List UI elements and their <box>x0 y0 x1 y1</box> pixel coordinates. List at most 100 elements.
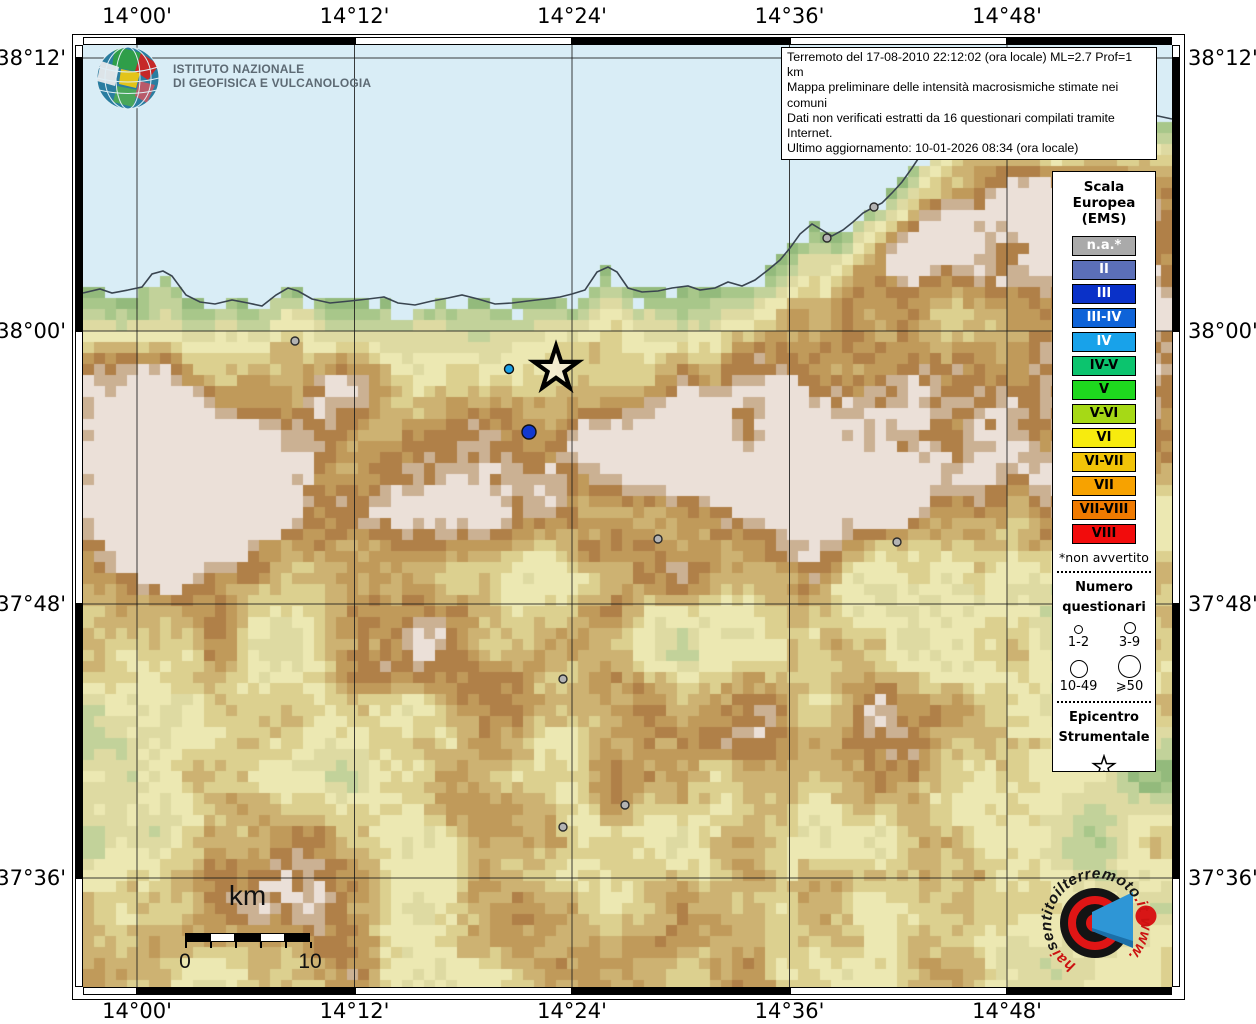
axis-label-latitude: 37°36' <box>1188 866 1256 890</box>
event-info-line: Terremoto del 17-08-2010 22:12:02 (ora l… <box>787 50 1133 80</box>
axis-right: 38°12' 38°00' 37°48' 37°36' <box>1188 0 1256 1024</box>
scalebar-segment <box>260 933 285 942</box>
ems-scale-item: IV <box>1072 332 1136 352</box>
legend-scale-list: n.a.* II III III-IV IV IV-V V V-VI VI VI-VII VII VI… <box>1053 236 1155 544</box>
axis-top: 14°00' 14°12' 14°24' 14°36' 14°48' <box>0 4 1256 30</box>
frame-band-top <box>83 37 1172 45</box>
axis-label-latitude: 38°00' <box>0 319 66 343</box>
axis-label-latitude: 37°48' <box>0 592 66 616</box>
frame-segment <box>354 987 572 995</box>
frame-segment <box>1172 604 1180 878</box>
event-info-lines: Terremoto del 17-08-2010 22:12:02 (ora l… <box>787 50 1151 156</box>
frame-segment <box>75 878 83 987</box>
ems-scale-item: III-IV <box>1072 308 1136 328</box>
axis-label-latitude: 37°48' <box>1188 592 1256 616</box>
questionnaire-circle-icon <box>1123 622 1136 634</box>
frame-segment <box>137 37 355 45</box>
scale-bar-end-label: 10 <box>298 950 322 973</box>
axis-label-latitude: 38°12' <box>1188 46 1256 70</box>
questionnaire-size-label: 10-49 <box>1059 679 1098 694</box>
legend-title-line: Europea <box>1072 195 1136 211</box>
frame-segment <box>1172 45 1180 58</box>
event-info-line: Ultimo aggiornamento: 10-01-2026 08:34 (… <box>787 141 1079 156</box>
axis-label-longitude: 14°00' <box>102 999 172 1023</box>
frame-segment <box>75 331 83 604</box>
legend-title: Scala Europea (EMS) <box>1053 172 1155 227</box>
axis-label-longitude: 14°48' <box>972 4 1042 28</box>
axis-label-longitude: 14°36' <box>754 999 825 1023</box>
frame-segment <box>75 58 83 331</box>
axis-label-longitude: 14°36' <box>754 4 825 28</box>
frame-band-right <box>1172 45 1180 987</box>
frame-segment <box>1172 58 1180 331</box>
event-info-line: Mappa preliminare delle intensità macros… <box>787 80 1119 110</box>
scalebar-tick <box>310 942 312 948</box>
questionnaire-size-label: 3-9 <box>1118 635 1141 650</box>
haisentitoilterremoto-watermark: haisentitoilterremoto.it www. <box>1038 866 1157 975</box>
event-info-line: Dati non verificati estratti da 16 quest… <box>787 110 1115 141</box>
epicenter-heading-line: Epicentro <box>1069 710 1139 725</box>
event-info-box: Terremoto del 17-08-2010 22:12:02 (ora l… <box>781 47 1157 161</box>
legend-panel: Scala Europea (EMS) n.a.* II III III-IV IV IV-V… <box>1052 171 1156 772</box>
legend-separator-1 <box>1057 571 1151 573</box>
scalebar-tick <box>235 942 237 948</box>
scale-bar-unit: km <box>228 880 267 911</box>
axis-left: 38°12' 38°00' 37°48' 37°36' <box>0 0 70 1024</box>
ingv-text-line2: DI GEOFISICA E VULCANOLOGIA <box>173 76 372 90</box>
questionnaire-class: ⩾50 <box>1104 655 1155 695</box>
questionnaire-heading-line: questionari <box>1062 600 1146 615</box>
scalebar-tick <box>185 942 187 948</box>
frame-segment <box>572 37 790 45</box>
scalebar-segment <box>210 933 235 942</box>
ingv-text-line1: ISTITUTO NAZIONALE <box>173 62 305 76</box>
ems-scale-item: VIII <box>1072 524 1136 544</box>
frame-segment <box>1172 331 1180 604</box>
scalebar-tick <box>210 942 212 948</box>
questionnaire-class: 10-49 <box>1053 655 1104 695</box>
frame-segment <box>75 604 83 878</box>
frame-segment <box>354 37 572 45</box>
legend-footnote: *non avvertito <box>1059 550 1149 565</box>
questionnaire-circle-icon <box>1118 655 1141 678</box>
ems-scale-item: III <box>1072 284 1136 304</box>
ingv-logo: ISTITUTO NAZIONALE DI GEOFISICA E VULCAN… <box>95 45 455 115</box>
ems-scale-item: V-VI <box>1072 404 1136 424</box>
frame-segment <box>83 37 137 45</box>
epicenter-star-icon <box>1091 753 1117 771</box>
macroseismic-intensity-map: 14°00' 14°12' 14°24' 14°36' 14°48' 14°00' 14°… <box>0 0 1256 1024</box>
legend-title-line: Scala <box>1083 179 1125 195</box>
frame-segment <box>83 987 137 995</box>
ems-scale-item: IV-V <box>1072 356 1136 376</box>
scalebar-segments <box>185 933 310 942</box>
ems-scale-item: V <box>1072 380 1136 400</box>
ingv-globe-icon <box>96 46 160 110</box>
frame-segment <box>75 45 83 58</box>
scale-bar: km 0 10 <box>150 880 350 990</box>
axis-label-longitude: 14°24' <box>537 4 607 28</box>
axis-label-latitude: 37°36' <box>0 866 66 890</box>
axis-label-latitude: 38°00' <box>1188 319 1256 343</box>
ems-scale-item: VI <box>1072 428 1136 448</box>
questionnaire-heading: Numero questionari <box>1053 578 1155 618</box>
scalebar-tick <box>260 942 262 948</box>
frame-segment <box>789 37 1007 45</box>
ems-scale-item: VI-VII <box>1072 452 1136 472</box>
frame-segment <box>572 987 790 995</box>
ingv-logo-text: ISTITUTO NAZIONALE DI GEOFISICA E VULCAN… <box>173 62 371 90</box>
questionnaire-grid: 1-2 3-9 10-49 ⩾50 <box>1053 622 1155 695</box>
questionnaire-class: 1-2 <box>1053 622 1104 651</box>
questionnaire-size-label: ⩾50 <box>1115 679 1144 694</box>
map-outer-frame <box>72 34 1185 1000</box>
legend-title-line: (EMS) <box>1081 211 1127 227</box>
frame-segment <box>789 987 1007 995</box>
frame-band-left <box>75 45 83 987</box>
frame-segment <box>1007 37 1172 45</box>
axis-label-longitude: 14°24' <box>537 999 607 1023</box>
ems-scale-item: VII-VIII <box>1072 500 1136 520</box>
scalebar-segment <box>185 933 210 942</box>
legend-separator-2 <box>1057 701 1151 703</box>
axis-label-longitude: 14°00' <box>102 4 172 28</box>
epicenter-heading: Epicentro Strumentale <box>1053 708 1155 748</box>
axis-label-longitude: 14°12' <box>319 999 390 1023</box>
ems-scale-item: VII <box>1072 476 1136 496</box>
